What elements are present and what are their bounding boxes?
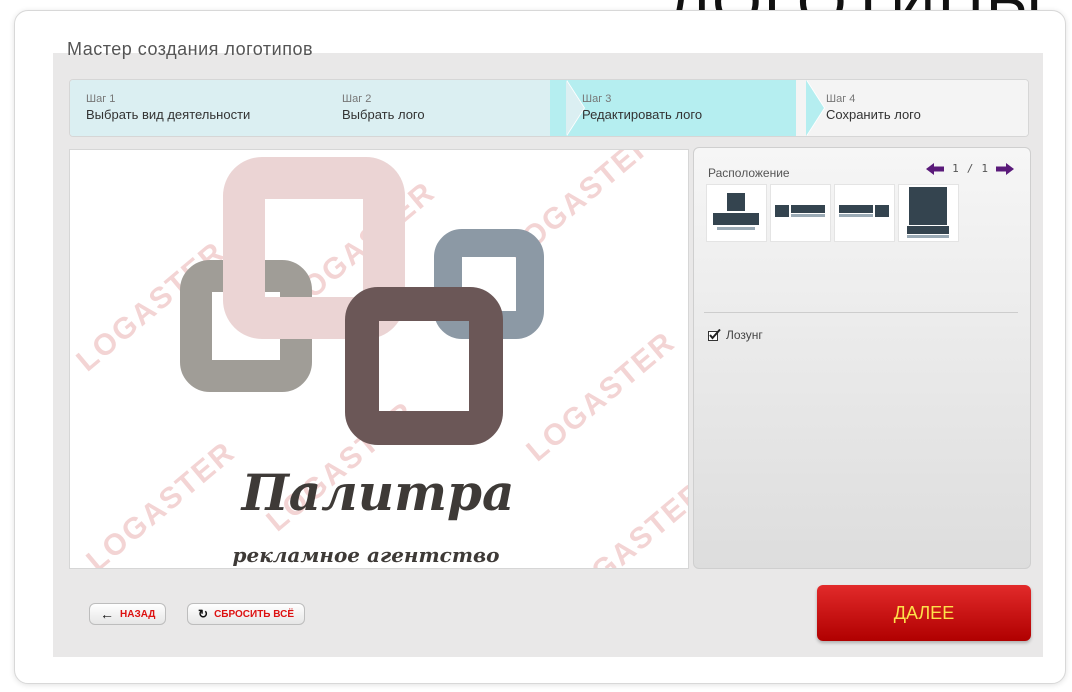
layout-icon-top[interactable] bbox=[706, 184, 767, 242]
arrow-left-icon: ← bbox=[100, 606, 114, 622]
logo-name: Палитра bbox=[240, 463, 515, 522]
logo-preview: LOGASTER LOGASTER LOGASTER LOGASTER LOGA… bbox=[69, 149, 689, 569]
slogan-label: Лозунг bbox=[726, 328, 763, 342]
arrow-right-icon[interactable] bbox=[996, 162, 1014, 175]
layout-label: Расположение bbox=[708, 166, 790, 180]
wizard-steps: Шаг 1 Выбрать вид деятельности Шаг 2 Выб… bbox=[69, 79, 1029, 137]
pager-current: 1 bbox=[952, 162, 959, 175]
logo-wizard: Мастер создания логотипов Шаг 1 Выбрать … bbox=[53, 39, 1043, 657]
arrow-left-icon[interactable] bbox=[926, 162, 945, 175]
logo-squares-icon bbox=[180, 157, 544, 445]
step-4[interactable]: Шаг 4 Сохранить лого bbox=[796, 80, 1028, 136]
step-3-active[interactable]: Шаг 3 Редактировать лого bbox=[550, 80, 806, 136]
reset-button[interactable]: ↻ СБРОСИТЬ ВСЁ bbox=[187, 603, 306, 625]
layout-icon-right[interactable] bbox=[834, 184, 895, 242]
layout-options bbox=[706, 184, 959, 242]
pager-separator: / bbox=[966, 162, 974, 175]
logo-graphic: Палитра рекламное агентство bbox=[180, 157, 544, 567]
step-separator bbox=[806, 80, 824, 136]
back-label: НАЗАД bbox=[120, 608, 156, 620]
layout-icon-bottom[interactable] bbox=[898, 184, 959, 242]
step-label: Выбрать вид деятельности bbox=[86, 107, 251, 122]
step-number: Шаг 1 bbox=[86, 93, 116, 105]
reset-icon: ↻ bbox=[198, 607, 209, 621]
step-1[interactable]: Шаг 1 Выбрать вид деятельности bbox=[70, 80, 326, 136]
slide-card: Мастер создания логотипов Шаг 1 Выбрать … bbox=[14, 10, 1066, 684]
layout-pager: 1 / 1 bbox=[926, 162, 1014, 175]
step-number: Шаг 3 bbox=[582, 93, 612, 105]
logo-tagline: рекламное агентство bbox=[233, 543, 500, 567]
step-number: Шаг 4 bbox=[826, 93, 856, 105]
checkbox-checked-icon[interactable] bbox=[708, 329, 721, 341]
panel-divider bbox=[704, 312, 1018, 313]
step-separator bbox=[566, 80, 584, 136]
step-number: Шаг 2 bbox=[342, 93, 372, 105]
step-label: Выбрать лого bbox=[342, 107, 425, 122]
step-2[interactable]: Шаг 2 Выбрать лого bbox=[316, 80, 566, 136]
wizard-title: Мастер создания логотипов bbox=[67, 39, 314, 59]
layout-icon-left[interactable] bbox=[770, 184, 831, 242]
reset-label: СБРОСИТЬ ВСЁ bbox=[214, 608, 295, 620]
layout-panel: Расположение 1 / 1 Лозунг bbox=[693, 147, 1031, 569]
step-label: Редактировать лого bbox=[582, 107, 703, 122]
slogan-option[interactable]: Лозунг bbox=[708, 328, 763, 342]
back-button[interactable]: ← НАЗАД bbox=[89, 603, 167, 625]
pager-total: 1 bbox=[981, 162, 988, 175]
step-label: Сохранить лого bbox=[826, 107, 921, 122]
next-button[interactable]: ДАЛЕЕ bbox=[817, 585, 1031, 641]
